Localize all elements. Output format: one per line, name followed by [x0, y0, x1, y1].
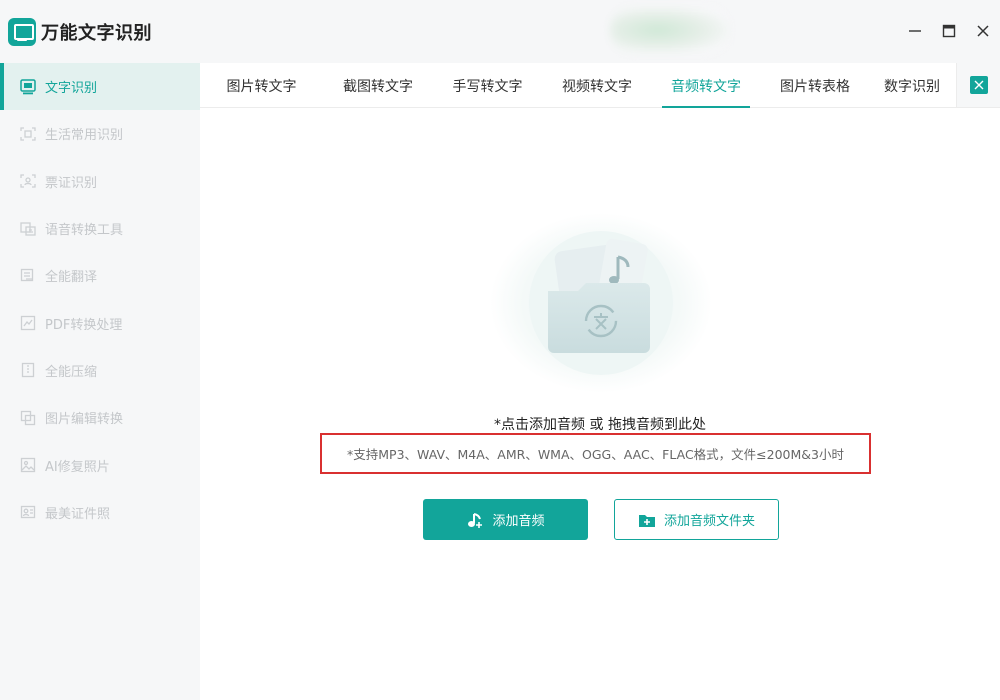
main-content: *点击添加音频 或 拖拽音频到此处 *支持MP3、WAV、M4A、AMR、WMA… — [200, 108, 1000, 700]
add-audio-button[interactable]: 添加音频 — [423, 499, 588, 540]
tab-screenshot-to-text[interactable]: 截图转文字 — [323, 63, 433, 108]
maximize-button[interactable] — [932, 18, 966, 46]
sidebar-item-label: 全能翻译 — [45, 270, 98, 286]
tab-digit-recognition[interactable]: 数字识别 — [870, 63, 954, 108]
window-controls — [898, 18, 1000, 46]
scan-icon — [20, 126, 36, 142]
tabs-collapse-button[interactable] — [956, 63, 1000, 107]
audio-folder-icon — [490, 213, 712, 393]
voice-convert-icon — [20, 221, 36, 237]
sidebar-item-label: 票证识别 — [45, 175, 98, 191]
close-button[interactable] — [966, 18, 1000, 46]
tab-image-to-table[interactable]: 图片转表格 — [760, 63, 870, 108]
drop-hint-text[interactable]: *点击添加音频 或 拖拽音频到此处 — [200, 414, 1000, 434]
brand: 万能文字识别 — [8, 16, 152, 48]
sidebar-item-label: 最美证件照 — [45, 506, 111, 522]
app-logo-icon — [8, 18, 36, 46]
sidebar-item-translate[interactable]: 全能翻译 — [0, 252, 200, 299]
tab-handwriting-to-text[interactable]: 手写转文字 — [433, 63, 542, 108]
sidebar-item-daily-recognition[interactable]: 生活常用识别 — [0, 110, 200, 157]
tab-video-to-text[interactable]: 视频转文字 — [542, 63, 652, 108]
add-audio-label: 添加音频 — [492, 514, 545, 529]
sidebar-item-compress[interactable]: 全能压缩 — [0, 347, 200, 394]
supported-formats-highlight: *支持MP3、WAV、M4A、AMR、WMA、OGG、AAC、FLAC格式，文件… — [320, 433, 871, 474]
sidebar-item-label: 生活常用识别 — [45, 128, 124, 144]
sidebar-item-label: 文字识别 — [45, 81, 98, 97]
sidebar-item-text-recognition[interactable]: 文字识别 — [0, 63, 200, 111]
ticket-scan-icon — [20, 173, 36, 189]
supported-formats-text: *支持MP3、WAV、M4A、AMR、WMA、OGG、AAC、FLAC格式，文件… — [347, 447, 844, 462]
sidebar-item-id-photo[interactable]: 最美证件照 — [0, 489, 200, 536]
sidebar-item-label: AI修复照片 — [45, 459, 110, 475]
sidebar-item-label: PDF转换处理 — [45, 317, 123, 333]
collapse-icon — [969, 76, 988, 94]
image-edit-icon — [20, 410, 36, 426]
folder-add-icon — [638, 511, 656, 529]
translate-icon — [20, 268, 36, 284]
tab-audio-to-text[interactable]: 音频转文字 — [652, 63, 760, 108]
sidebar: 万能文字识别 文字识别 生活常用识别 票证识别 语音转换工具 全能翻译 PDF转… — [0, 0, 200, 700]
ai-photo-icon — [20, 457, 36, 473]
close-icon — [976, 23, 990, 42]
maximize-icon — [942, 23, 956, 42]
sidebar-item-label: 图片编辑转换 — [45, 412, 124, 428]
text-recognition-icon — [20, 78, 36, 95]
sidebar-item-image-edit[interactable]: 图片编辑转换 — [0, 394, 200, 441]
sidebar-item-ticket-recognition[interactable]: 票证识别 — [0, 158, 200, 205]
sidebar-item-label: 全能压缩 — [45, 364, 98, 380]
minimize-icon — [908, 23, 922, 42]
minimize-button[interactable] — [898, 18, 932, 46]
music-add-icon — [466, 511, 484, 529]
title-bar — [200, 0, 1000, 63]
sidebar-item-ai-photo[interactable]: AI修复照片 — [0, 441, 200, 488]
audio-drop-zone[interactable] — [490, 213, 712, 393]
compress-icon — [20, 362, 36, 378]
add-audio-folder-label: 添加音频文件夹 — [663, 514, 755, 529]
id-photo-icon — [20, 504, 36, 520]
pdf-icon — [20, 315, 36, 331]
add-audio-folder-button[interactable]: 添加音频文件夹 — [614, 499, 779, 540]
sidebar-item-label: 语音转换工具 — [45, 223, 124, 239]
tab-image-to-text[interactable]: 图片转文字 — [200, 63, 323, 108]
sidebar-item-pdf[interactable]: PDF转换处理 — [0, 299, 200, 346]
feature-tabs: 图片转文字 截图转文字 手写转文字 视频转文字 音频转文字 图片转表格 数字识别 — [200, 63, 1000, 108]
blurred-user-area — [610, 6, 730, 54]
sidebar-item-voice-tools[interactable]: 语音转换工具 — [0, 205, 200, 252]
app-title: 万能文字识别 — [41, 23, 152, 44]
sidebar-nav: 文字识别 生活常用识别 票证识别 语音转换工具 全能翻译 PDF转换处理 全能压… — [0, 63, 200, 536]
